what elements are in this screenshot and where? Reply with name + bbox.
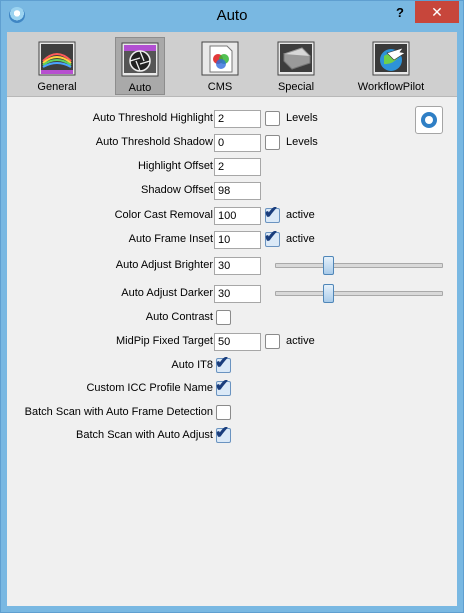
checkmark-icon: ✔ [264, 203, 279, 222]
color-cast-active-label: active [286, 209, 315, 221]
tab-general[interactable]: General [24, 37, 90, 93]
checkmark-icon: ✔ [215, 423, 230, 442]
midpip-active-checkbox[interactable] [265, 334, 280, 349]
general-icon [38, 41, 76, 76]
batch-frame-checkbox[interactable] [216, 405, 231, 420]
threshold-shadow-label: Auto Threshold Shadow [95, 136, 213, 148]
tab-cms[interactable]: CMS [191, 37, 249, 93]
threshold-shadow-input[interactable]: 0 [214, 134, 261, 152]
dialog-content: General Auto CMS Special WorkflowPilot A… [7, 32, 457, 606]
threshold-highlight-levels-label: Levels [286, 112, 318, 124]
brighter-slider[interactable] [275, 256, 443, 275]
batch-adjust-label: Batch Scan with Auto Adjust [76, 429, 213, 441]
brighter-slider-thumb[interactable] [323, 256, 334, 275]
darker-slider-thumb[interactable] [323, 284, 334, 303]
threshold-shadow-levels-label: Levels [286, 136, 318, 148]
brighter-input[interactable]: 30 [214, 257, 261, 275]
auto-aperture-icon [121, 42, 159, 77]
color-cast-label: Color Cast Removal [114, 209, 213, 221]
contrast-checkbox[interactable] [216, 310, 231, 325]
midpip-active-label: active [286, 335, 315, 347]
title-bar[interactable]: Auto ? ✕ [1, 1, 463, 31]
tab-special[interactable]: Special [267, 37, 325, 93]
tab-toolbar: General Auto CMS Special WorkflowPilot [7, 32, 457, 97]
midpip-label: MidPip Fixed Target [115, 335, 213, 347]
tab-auto[interactable]: Auto [115, 37, 165, 95]
checkmark-icon: ✔ [215, 353, 230, 372]
midpip-input[interactable]: 50 [214, 333, 261, 351]
quicktime-button[interactable] [415, 106, 443, 134]
auto-dialog-window: Auto ? ✕ General Auto CMS Special Workfl… [0, 0, 464, 613]
highlight-offset-label: Highlight Offset [137, 160, 213, 172]
batch-adjust-checkbox[interactable]: ✔ [215, 423, 231, 443]
threshold-shadow-levels-checkbox[interactable] [265, 135, 280, 150]
tab-label: CMS [207, 81, 233, 93]
close-button[interactable]: ✕ [415, 1, 459, 23]
help-button[interactable]: ? [389, 3, 411, 23]
tab-label: WorkflowPilot [357, 81, 425, 93]
tab-label: Auto [128, 82, 152, 94]
tab-label: Special [277, 81, 315, 93]
checkmark-icon: ✔ [264, 227, 279, 246]
highlight-offset-input[interactable]: 2 [214, 158, 261, 176]
frame-inset-label: Auto Frame Inset [128, 233, 213, 245]
threshold-highlight-levels-checkbox[interactable] [265, 111, 280, 126]
frame-inset-input[interactable]: 10 [214, 231, 261, 249]
frame-inset-active-checkbox[interactable]: ✔ [264, 227, 280, 247]
workflowpilot-icon [372, 41, 410, 76]
darker-slider[interactable] [275, 284, 443, 303]
darker-label: Auto Adjust Darker [121, 287, 213, 299]
cms-icon [201, 41, 239, 76]
batch-frame-label: Batch Scan with Auto Frame Detection [24, 406, 213, 418]
icc-checkbox[interactable]: ✔ [215, 376, 231, 396]
threshold-highlight-input[interactable]: 2 [214, 110, 261, 128]
tab-label: General [37, 81, 77, 93]
brighter-label: Auto Adjust Brighter [115, 259, 213, 271]
color-cast-input[interactable]: 100 [214, 207, 261, 225]
shadow-offset-label: Shadow Offset [141, 184, 213, 196]
frame-inset-active-label: active [286, 233, 315, 245]
darker-input[interactable]: 30 [214, 285, 261, 303]
it8-label: Auto IT8 [171, 359, 213, 371]
threshold-highlight-label: Auto Threshold Highlight [92, 112, 213, 124]
icc-label: Custom ICC Profile Name [86, 382, 213, 394]
tab-workflowpilot[interactable]: WorkflowPilot [347, 37, 435, 93]
quicktime-icon [421, 112, 437, 128]
contrast-label: Auto Contrast [145, 311, 213, 323]
shadow-offset-input[interactable]: 98 [214, 182, 261, 200]
checkmark-icon: ✔ [215, 376, 230, 395]
special-scanner-icon [277, 41, 315, 76]
color-cast-active-checkbox[interactable]: ✔ [264, 203, 280, 223]
it8-checkbox[interactable]: ✔ [215, 353, 231, 373]
